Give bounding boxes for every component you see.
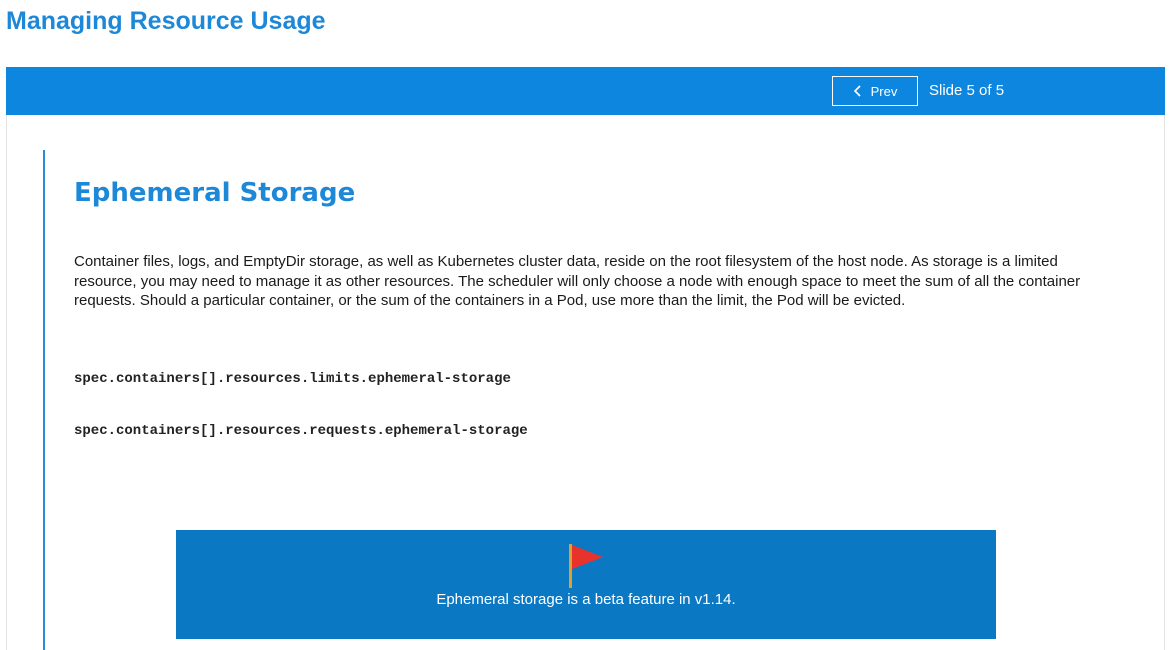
flag-icon: [569, 544, 603, 588]
code-line-requests: spec.containers[].resources.requests.eph…: [74, 423, 528, 439]
prev-button-label: Prev: [870, 83, 898, 99]
slide-left-rule: [43, 150, 45, 650]
callout-text: Ephemeral storage is a beta feature in v…: [436, 591, 736, 608]
code-line-limits: spec.containers[].resources.limits.ephem…: [74, 371, 511, 387]
slide-nav-bar: Prev Slide 5 of 5: [6, 67, 1165, 115]
prev-button[interactable]: Prev: [832, 76, 918, 106]
slide-heading: Ephemeral Storage: [74, 178, 356, 208]
beta-callout: Ephemeral storage is a beta feature in v…: [176, 530, 996, 639]
slide-paragraph: Container files, logs, and EmptyDir stor…: [74, 253, 1081, 309]
chevron-left-icon: [853, 85, 861, 97]
page-title: Managing Resource Usage: [6, 7, 326, 35]
slide-counter: Slide 5 of 5: [929, 82, 1005, 99]
